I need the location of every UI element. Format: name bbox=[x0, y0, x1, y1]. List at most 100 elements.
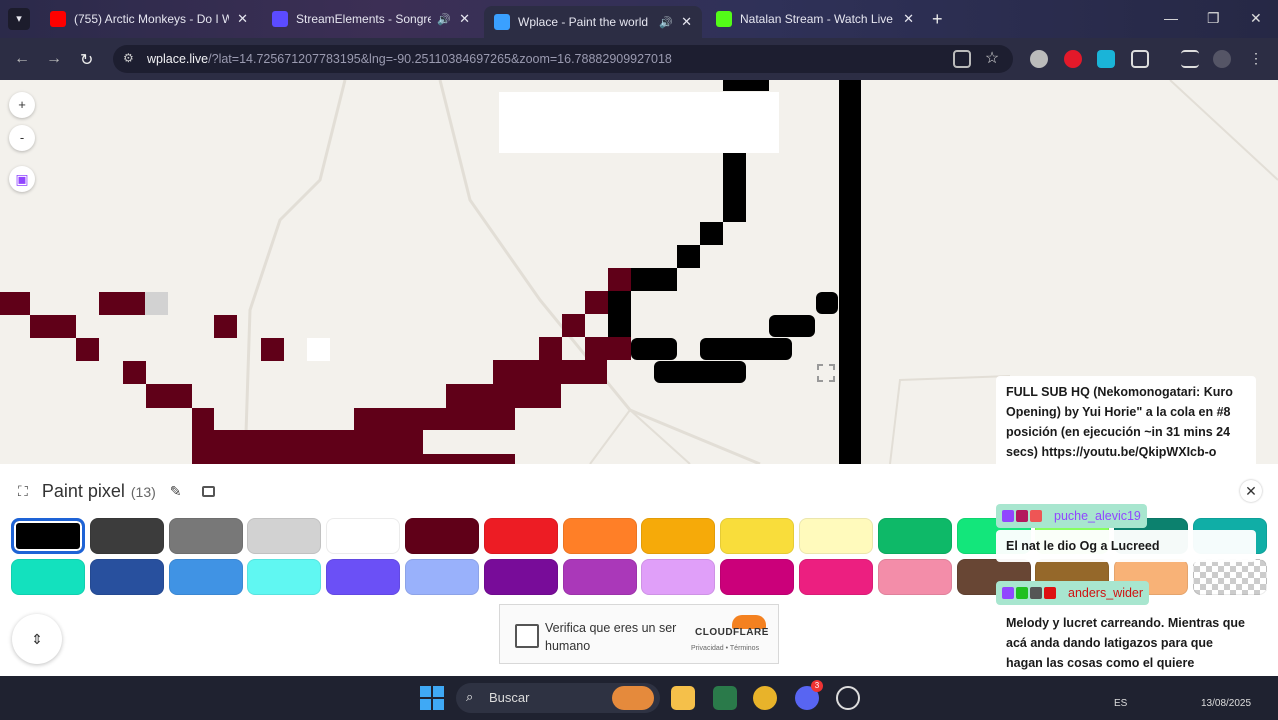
restore-button[interactable]: ❐ bbox=[1207, 10, 1220, 27]
fullscreen-icon[interactable]: ⛶ bbox=[18, 483, 28, 500]
pixel-black-line bbox=[839, 80, 861, 464]
color-swatch[interactable] bbox=[11, 559, 85, 595]
extensions-puzzle-icon[interactable] bbox=[1131, 50, 1149, 68]
color-swatch[interactable] bbox=[641, 518, 716, 554]
chat-text: El nat le dio Og a Lucreed bbox=[996, 530, 1256, 562]
new-tab-button[interactable]: + bbox=[932, 9, 943, 30]
pending-pixel bbox=[654, 361, 746, 383]
color-swatch[interactable] bbox=[168, 559, 243, 595]
media-control-icon[interactable] bbox=[1181, 50, 1199, 68]
minimize-button[interactable]: — bbox=[1164, 10, 1178, 26]
color-swatch[interactable] bbox=[168, 518, 243, 554]
language-indicator[interactable]: ES bbox=[1114, 698, 1127, 709]
pixel-maroon bbox=[0, 292, 30, 315]
clock-date[interactable]: 13/08/2025 bbox=[1201, 698, 1251, 709]
windows-taskbar: ⌕ Buscar 3 ES 13/08/2025 bbox=[0, 676, 1278, 720]
palette-toggle-icon[interactable] bbox=[201, 486, 215, 497]
color-swatch[interactable] bbox=[562, 559, 637, 595]
zoom-in-button[interactable]: + bbox=[9, 92, 35, 118]
tab-search-button[interactable]: ▾ bbox=[8, 8, 30, 30]
browser-tab[interactable]: Wplace - Paint the world 🔊 ✕ bbox=[484, 6, 702, 38]
extension-red-icon[interactable] bbox=[1064, 50, 1082, 68]
color-swatch[interactable] bbox=[247, 518, 322, 554]
color-swatch[interactable] bbox=[247, 559, 322, 595]
browser-tab[interactable]: (755) Arctic Monkeys - Do I Wanna Know? ✕ bbox=[40, 4, 258, 34]
reload-icon[interactable]: ↻ bbox=[80, 50, 93, 70]
badge-icon bbox=[1002, 510, 1014, 522]
close-tab-icon[interactable]: ✕ bbox=[459, 11, 470, 27]
color-swatch[interactable] bbox=[89, 518, 164, 554]
site-info-icon[interactable]: ⚙ bbox=[123, 51, 137, 65]
pixel-white-block bbox=[499, 92, 779, 153]
windows-start-icon[interactable] bbox=[420, 686, 444, 710]
browser-tab[interactable]: Natalan Stream - Watch Live on Kick ✕ bbox=[706, 4, 924, 34]
address-bar[interactable]: ⚙ wplace.live/?lat=14.725671207783195&ln… bbox=[113, 45, 1013, 73]
pixel-maroon bbox=[76, 338, 99, 361]
chrome-icon[interactable] bbox=[753, 686, 777, 710]
captcha-checkbox[interactable] bbox=[515, 624, 539, 648]
captcha-label: Verifica que eres un ser humano bbox=[545, 621, 677, 653]
close-tab-icon[interactable]: ✕ bbox=[237, 11, 248, 27]
pixel-maroon bbox=[192, 408, 214, 430]
audio-playing-icon[interactable]: 🔊 bbox=[437, 13, 451, 26]
pixel-maroon bbox=[608, 268, 631, 291]
close-panel-button[interactable]: ✕ bbox=[1240, 480, 1262, 502]
close-tab-icon[interactable]: ✕ bbox=[681, 14, 692, 30]
extension-teal-icon[interactable] bbox=[1097, 50, 1115, 68]
extension-icon[interactable] bbox=[1030, 50, 1048, 68]
color-swatch[interactable] bbox=[326, 559, 401, 595]
app-icon[interactable] bbox=[713, 686, 737, 710]
chat-message: anders_wider Melody y lucret carreando. … bbox=[996, 581, 1256, 679]
pixel-maroon bbox=[146, 384, 192, 408]
color-swatch[interactable] bbox=[326, 518, 401, 554]
globe-icon bbox=[494, 14, 510, 30]
color-swatch[interactable] bbox=[720, 518, 795, 554]
forward-icon[interactable]: → bbox=[46, 50, 62, 68]
color-swatch[interactable] bbox=[877, 518, 952, 554]
color-swatch[interactable] bbox=[720, 559, 795, 595]
chat-announcement: FULL SUB HQ (Nekomonogatari: Kuro Openin… bbox=[996, 376, 1256, 468]
chat-message: puche_alevic19 El nat le dio Og a Lucree… bbox=[996, 504, 1256, 562]
color-swatch[interactable] bbox=[562, 518, 637, 554]
app-icon[interactable] bbox=[836, 686, 860, 710]
tab-title: Natalan Stream - Watch Live on Kick bbox=[740, 12, 895, 26]
browser-tab[interactable]: StreamElements - Songrequest 🔊 ✕ bbox=[262, 4, 480, 34]
install-app-icon[interactable] bbox=[953, 50, 971, 68]
privacy-link[interactable]: Privacidad bbox=[691, 645, 724, 652]
browser-menu-icon[interactable]: ⋮ bbox=[1247, 50, 1265, 68]
close-window-button[interactable]: ✕ bbox=[1250, 10, 1262, 27]
eyedropper-icon[interactable]: ✎ bbox=[170, 483, 182, 500]
color-swatch[interactable] bbox=[405, 518, 479, 554]
color-swatch[interactable] bbox=[799, 518, 873, 554]
twitch-icon[interactable]: ▣ bbox=[9, 166, 35, 192]
color-swatch[interactable] bbox=[11, 518, 85, 554]
pixel-maroon bbox=[562, 314, 585, 337]
zoom-out-button[interactable]: - bbox=[9, 125, 35, 151]
bookmark-star-icon[interactable]: ☆ bbox=[983, 50, 1001, 68]
pixel-count: (13) bbox=[130, 483, 156, 500]
color-swatch[interactable] bbox=[877, 559, 952, 595]
pixel-maroon bbox=[30, 315, 76, 338]
color-swatch[interactable] bbox=[483, 518, 558, 554]
color-swatch[interactable] bbox=[483, 559, 558, 595]
pixel-maroon bbox=[261, 338, 284, 361]
badge-icon bbox=[1002, 587, 1014, 599]
pixel-gray bbox=[145, 292, 168, 315]
audio-playing-icon[interactable]: 🔊 bbox=[659, 16, 673, 29]
back-icon[interactable]: ← bbox=[14, 50, 30, 68]
tab-title: (755) Arctic Monkeys - Do I Wanna Know? bbox=[74, 12, 230, 26]
color-swatch[interactable] bbox=[641, 559, 716, 595]
file-explorer-icon[interactable] bbox=[671, 686, 695, 710]
pixel-cursor-outline bbox=[817, 364, 835, 382]
close-tab-icon[interactable]: ✕ bbox=[903, 11, 914, 27]
expand-panel-button[interactable]: ⇕ bbox=[12, 614, 62, 664]
search-label: Buscar bbox=[489, 690, 530, 705]
discord-icon[interactable]: 3 bbox=[795, 680, 823, 710]
terms-link[interactable]: Términos bbox=[730, 645, 759, 652]
color-swatch[interactable] bbox=[405, 559, 479, 595]
profile-avatar[interactable] bbox=[1213, 50, 1231, 68]
taskbar-search[interactable]: ⌕ Buscar bbox=[456, 683, 660, 713]
color-swatch[interactable] bbox=[89, 559, 164, 595]
color-swatch[interactable] bbox=[799, 559, 873, 595]
pixel-black bbox=[700, 222, 723, 245]
